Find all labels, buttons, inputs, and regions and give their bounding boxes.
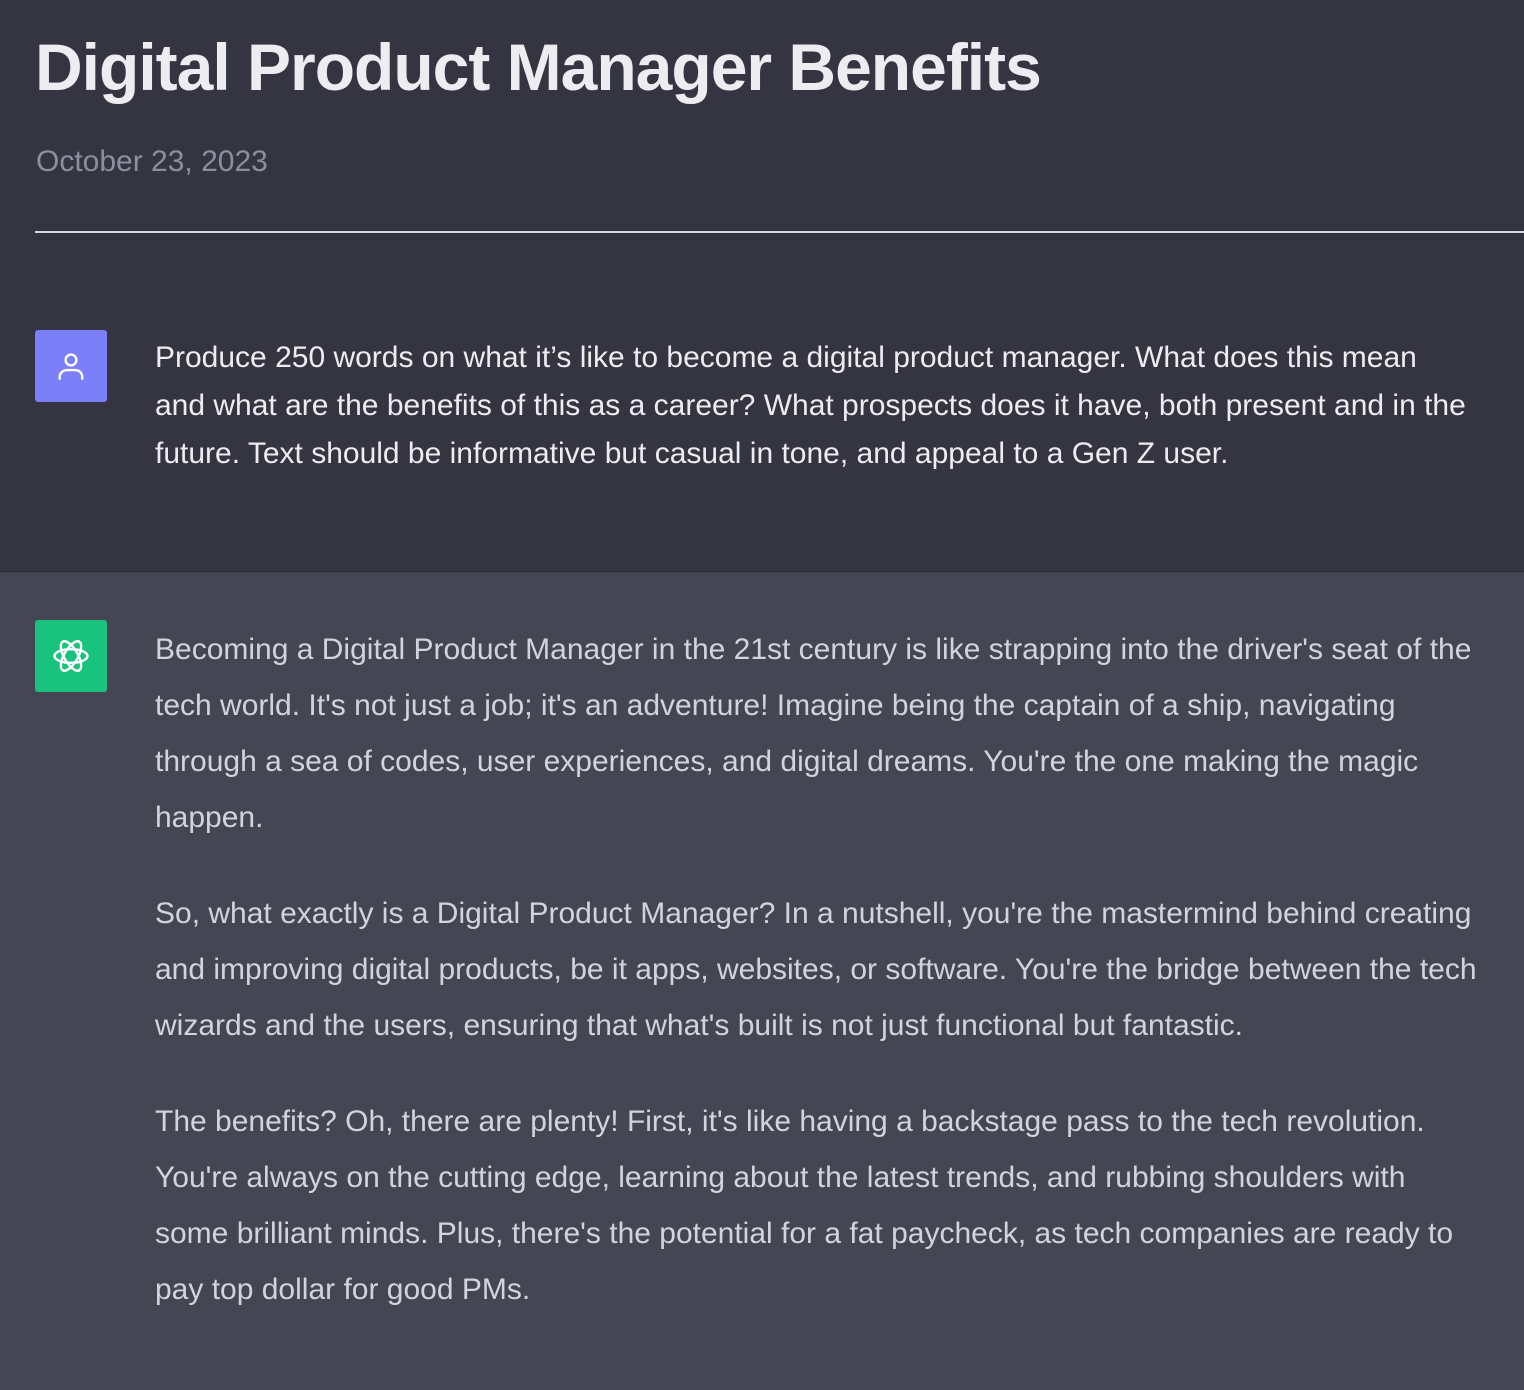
assistant-paragraph: Becoming a Digital Product Manager in th… [155,633,1472,834]
header-divider [35,231,1524,233]
openai-logo-icon [53,640,89,672]
assistant-message: Becoming a Digital Product Manager in th… [0,572,1524,1390]
user-message-text: Produce 250 words on what it’s like to b… [155,341,1466,470]
shared-conversation-page: Digital Product Manager Benefits October… [0,0,1524,1390]
user-icon [58,353,84,380]
assistant-paragraph: The benefits? Oh, there are plenty! Firs… [155,1105,1454,1306]
assistant-message-text: Becoming a Digital Product Manager in th… [155,622,1485,1358]
assistant-paragraph: So, what exactly is a Digital Product Ma… [155,897,1477,1042]
assistant-avatar [35,620,107,692]
user-message: Produce 250 words on what it’s like to b… [0,290,1524,572]
conversation-header: Digital Product Manager Benefits October… [0,0,1524,290]
user-avatar [35,330,107,402]
page-title: Digital Product Manager Benefits [35,30,1042,104]
conversation-date: October 23, 2023 [36,145,268,178]
